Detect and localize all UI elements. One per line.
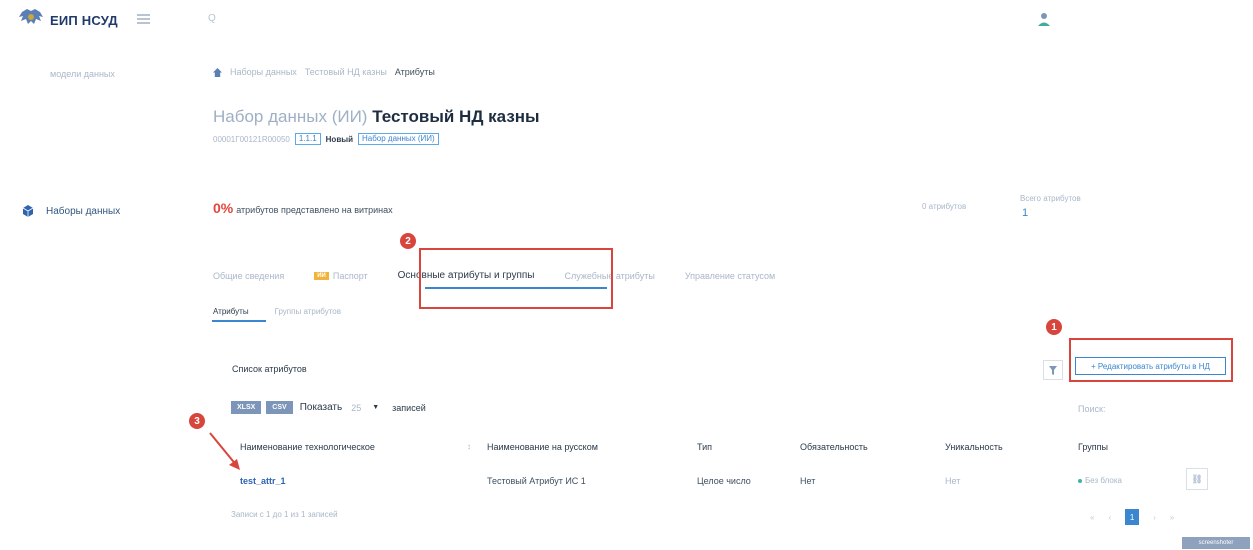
tab-general[interactable]: Общие сведения	[213, 271, 284, 281]
row-unlink-button[interactable]: ⛓	[1186, 468, 1208, 490]
column-header-unique[interactable]: Уникальность	[945, 442, 1003, 452]
cell-ru-name: Тестовый Атрибут ИС 1	[487, 476, 586, 486]
showcase-percent-text: атрибутов представлено на витринах	[236, 205, 393, 215]
next-page-icon[interactable]: ›	[1153, 513, 1156, 522]
filter-icon	[1049, 365, 1057, 375]
page-size-select[interactable]: 25	[351, 403, 361, 413]
page-button-current[interactable]: 1	[1125, 509, 1140, 525]
tab-passport[interactable]: ИИ Паспорт	[314, 270, 368, 281]
show-label: Показать	[299, 402, 343, 413]
filter-button[interactable]	[1043, 360, 1063, 380]
subtab-attributes[interactable]: Атрибуты	[213, 307, 249, 316]
active-subtab-underline	[212, 320, 266, 322]
group-status-dot	[1078, 478, 1082, 483]
version-badge: 1.1.1	[294, 133, 321, 145]
total-attrs-label: Всего атрибутов	[1020, 194, 1081, 203]
pagination: « ‹ 1 › »	[1090, 509, 1174, 525]
table-search-label[interactable]: Поиск:	[1078, 404, 1105, 414]
annotation-arrow-icon	[209, 432, 240, 470]
last-page-icon[interactable]: »	[1170, 513, 1174, 522]
cell-group-label: Без блока	[1085, 476, 1122, 485]
annotation-marker-3: 3	[189, 413, 205, 429]
showcase-stats: 0% атрибутов представлено на витринах	[213, 200, 393, 216]
column-header-ru-name[interactable]: Наименование на русском	[487, 442, 598, 452]
column-header-tech-name[interactable]: Наименование технологическое	[240, 442, 375, 452]
records-label: записей	[392, 402, 426, 413]
passport-badge: ИИ	[314, 271, 329, 280]
breadcrumb-link-datasets[interactable]: Наборы данных	[230, 67, 297, 77]
dataset-code: 00001Г00121R00050	[213, 134, 290, 144]
unlink-icon: ⛓	[1191, 473, 1203, 484]
menu-burger-icon[interactable]	[137, 14, 150, 24]
chevron-down-icon[interactable]: ▼	[372, 404, 379, 411]
sidebar-item-label: Наборы данных	[46, 205, 121, 217]
cell-type: Целое число	[697, 476, 751, 486]
cell-tech-name[interactable]: test_attr_1	[240, 476, 286, 486]
list-title: Список атрибутов	[232, 364, 307, 374]
page-title-prefix: Набор данных (ИИ)	[213, 107, 368, 126]
export-csv-button[interactable]: CSV	[266, 401, 293, 414]
prev-page-icon[interactable]: ‹	[1108, 513, 1111, 522]
sub-tabs: Атрибуты Группы атрибутов	[213, 307, 341, 316]
sidebar-section-label: модели данных	[50, 69, 115, 79]
cell-group: Без блока	[1078, 476, 1122, 485]
export-row: XLSX CSV Показать 25 ▼ записей	[231, 401, 426, 414]
status-badge: Новый	[325, 134, 353, 144]
annotation-frame-tab	[419, 248, 613, 309]
column-header-type[interactable]: Тип	[697, 442, 712, 452]
tab-status-management[interactable]: Управление статусом	[685, 271, 775, 281]
dataset-meta: 00001Г00121R00050 1.1.1 Новый Набор данн…	[213, 133, 439, 145]
tab-label: Паспорт	[332, 270, 368, 281]
export-xlsx-button[interactable]: XLSX	[231, 401, 262, 414]
total-attrs-value: 1	[1022, 207, 1029, 219]
tab-label: Управление статусом	[684, 270, 776, 281]
home-icon[interactable]	[213, 67, 222, 77]
page-title: Набор данных (ИИ) Тестовый НД казны	[213, 107, 540, 127]
annotation-marker-2: 2	[400, 233, 416, 249]
first-page-icon[interactable]: «	[1090, 513, 1094, 522]
cube-icon	[22, 205, 34, 217]
showcase-percent: 0%	[213, 200, 234, 216]
edit-attributes-button[interactable]: + Редактировать атрибуты в НД	[1075, 357, 1226, 375]
table-footer-info: Записи с 1 до 1 из 1 записей	[231, 510, 338, 519]
watermark-badge: screenshoter	[1182, 537, 1250, 549]
breadcrumb-current: Атрибуты	[394, 67, 435, 77]
cell-required: Нет	[800, 476, 816, 486]
annotation-marker-1: 1	[1046, 319, 1062, 335]
logo-emblem-icon	[18, 8, 44, 30]
sidebar-item-datasets[interactable]: Наборы данных	[22, 205, 120, 217]
search-icon[interactable]: Q	[208, 13, 228, 25]
cell-unique: Нет	[945, 476, 961, 486]
page-title-name: Тестовый НД казны	[372, 107, 540, 126]
attr-count-label: 0 атрибутов	[922, 202, 967, 211]
breadcrumb: Наборы данных Тестовый НД казны Атрибуты	[213, 67, 435, 77]
breadcrumb-link-dataset[interactable]: Тестовый НД казны	[305, 67, 387, 77]
tab-label: Общие сведения	[213, 270, 285, 281]
app-logo-text[interactable]: ЕИП НСУД	[50, 13, 118, 28]
column-header-required[interactable]: Обязательность	[800, 442, 868, 452]
type-badge: Набор данных (ИИ)	[358, 133, 439, 145]
subtab-attribute-groups[interactable]: Группы атрибутов	[275, 307, 341, 316]
column-header-groups[interactable]: Группы	[1078, 442, 1108, 452]
sort-icon[interactable]: ↕	[467, 442, 471, 451]
user-avatar-icon[interactable]	[1036, 11, 1052, 27]
